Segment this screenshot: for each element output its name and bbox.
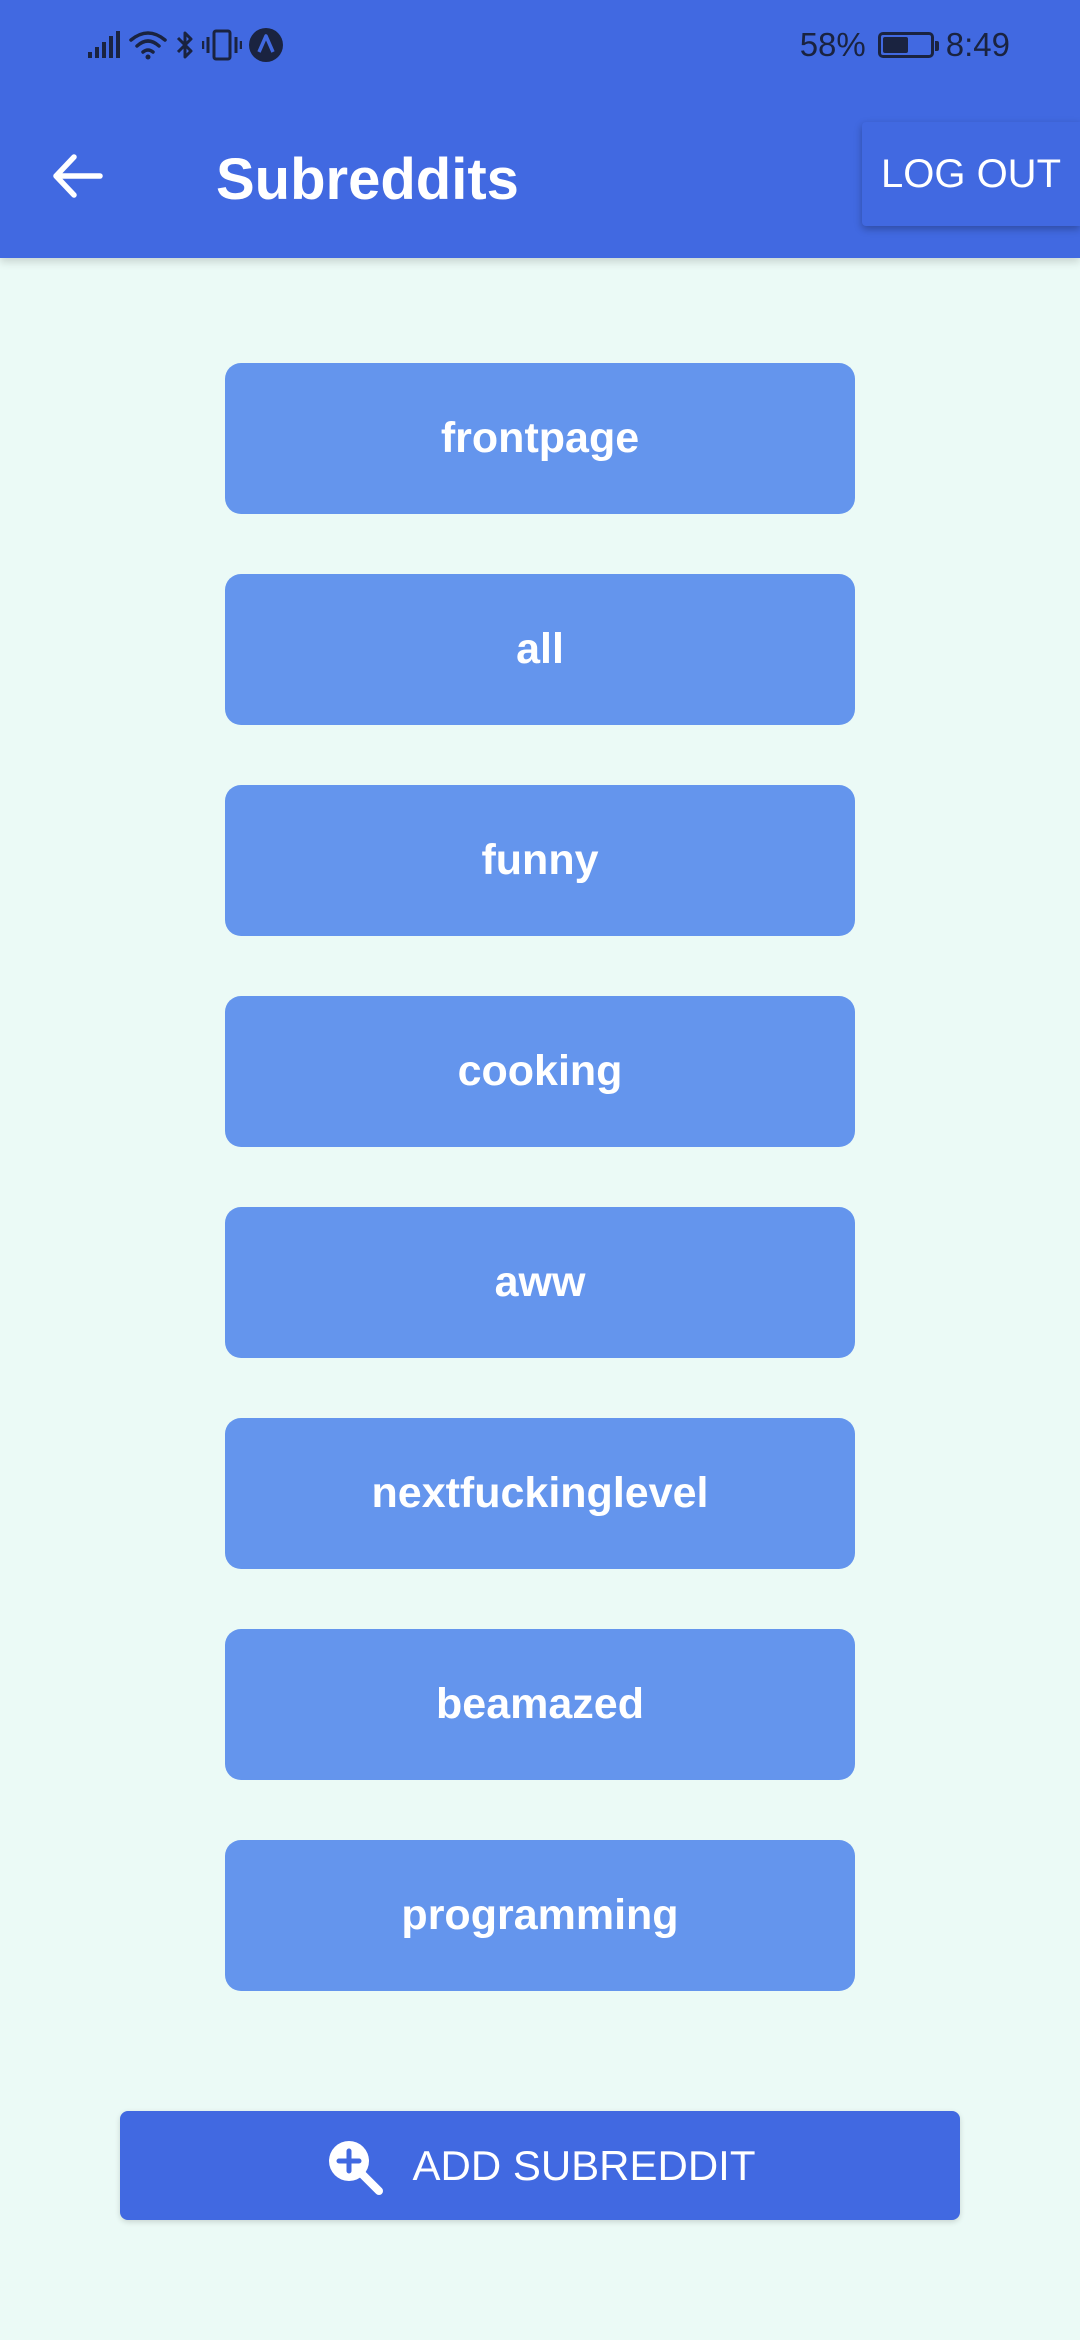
zoom-plus-icon <box>329 2140 384 2195</box>
status-icons <box>86 22 284 68</box>
logout-button[interactable]: LOG OUT <box>862 122 1080 226</box>
subreddit-list: frontpage all funny cooking aww nextfuck… <box>225 363 855 1991</box>
vibrate-icon <box>202 29 242 61</box>
arrow-left-icon <box>53 154 103 198</box>
signal-icon <box>88 31 120 58</box>
status-bar: 58% 8:49 <box>0 0 1080 92</box>
page-title: Subreddits <box>216 147 519 212</box>
navigation-icon <box>249 28 283 62</box>
subreddit-button-all[interactable]: all <box>225 574 855 725</box>
app-bar: Subreddits LOG OUT <box>0 92 1080 258</box>
subreddit-button-cooking[interactable]: cooking <box>225 996 855 1147</box>
wifi-icon <box>129 31 167 60</box>
add-subreddit-button[interactable]: ADD SUBREDDIT <box>120 2111 960 2220</box>
subreddit-button-nextfuckinglevel[interactable]: nextfuckinglevel <box>225 1418 855 1569</box>
add-subreddit-label: ADD SUBREDDIT <box>412 2141 756 2189</box>
back-button[interactable] <box>40 138 116 214</box>
subreddit-button-programming[interactable]: programming <box>225 1840 855 1991</box>
battery-fill <box>882 37 908 53</box>
battery-icon <box>877 32 939 58</box>
app-header: 58% 8:49 Subreddits LOG OUT <box>0 0 1080 258</box>
battery-percent: 58% <box>799 26 866 63</box>
subreddit-button-frontpage[interactable]: frontpage <box>225 363 855 514</box>
subreddit-button-beamazed[interactable]: beamazed <box>225 1629 855 1780</box>
subreddit-button-funny[interactable]: funny <box>225 785 855 936</box>
status-right: 58% 8:49 <box>800 22 1010 68</box>
bluetooth-icon <box>176 31 193 59</box>
clock: 8:49 <box>945 26 1010 63</box>
subreddit-button-aww[interactable]: aww <box>225 1207 855 1358</box>
